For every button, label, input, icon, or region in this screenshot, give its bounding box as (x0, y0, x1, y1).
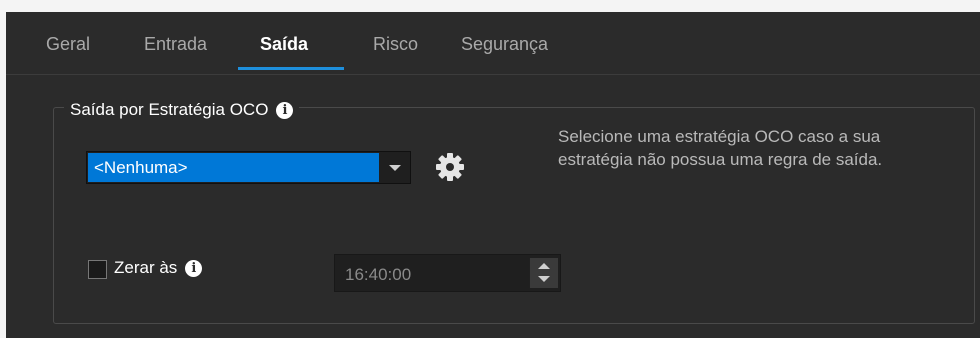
reset-checkbox[interactable] (88, 260, 107, 279)
reset-label-row: Zerar às i (114, 258, 203, 278)
oco-group-title: Saída por Estratégia OCO i (64, 100, 300, 120)
reset-label[interactable]: Zerar às (114, 258, 177, 278)
spin-up-icon[interactable] (538, 263, 550, 269)
tab-entrada[interactable]: Entrada (144, 34, 207, 55)
gear-icon[interactable] (434, 151, 466, 183)
tab-bar: Geral Entrada Saída Risco Segurança (6, 12, 980, 75)
spin-down-icon[interactable] (538, 276, 550, 282)
tab-seguranca[interactable]: Segurança (461, 34, 548, 55)
tab-geral[interactable]: Geral (46, 34, 90, 55)
info-icon[interactable]: i (276, 101, 294, 119)
reset-time-input[interactable]: 16:40:00 (334, 254, 561, 292)
tab-saida[interactable]: Saída (260, 34, 308, 55)
info-icon[interactable]: i (185, 259, 203, 277)
active-tab-indicator (238, 67, 344, 70)
chevron-down-icon[interactable] (389, 165, 401, 171)
oco-help-text: Selecione uma estratégia OCO caso a sua … (558, 127, 883, 169)
oco-group-title-label: Saída por Estratégia OCO (70, 100, 269, 119)
time-spinner[interactable] (529, 258, 558, 288)
settings-window: Geral Entrada Saída Risco Segurança Saíd… (6, 12, 980, 338)
reset-time-value: 16:40:00 (345, 265, 412, 284)
oco-strategy-select[interactable]: <Nenhuma> (86, 151, 411, 184)
oco-strategy-selected-value: <Nenhuma> (88, 153, 379, 182)
tab-risco[interactable]: Risco (373, 34, 418, 55)
